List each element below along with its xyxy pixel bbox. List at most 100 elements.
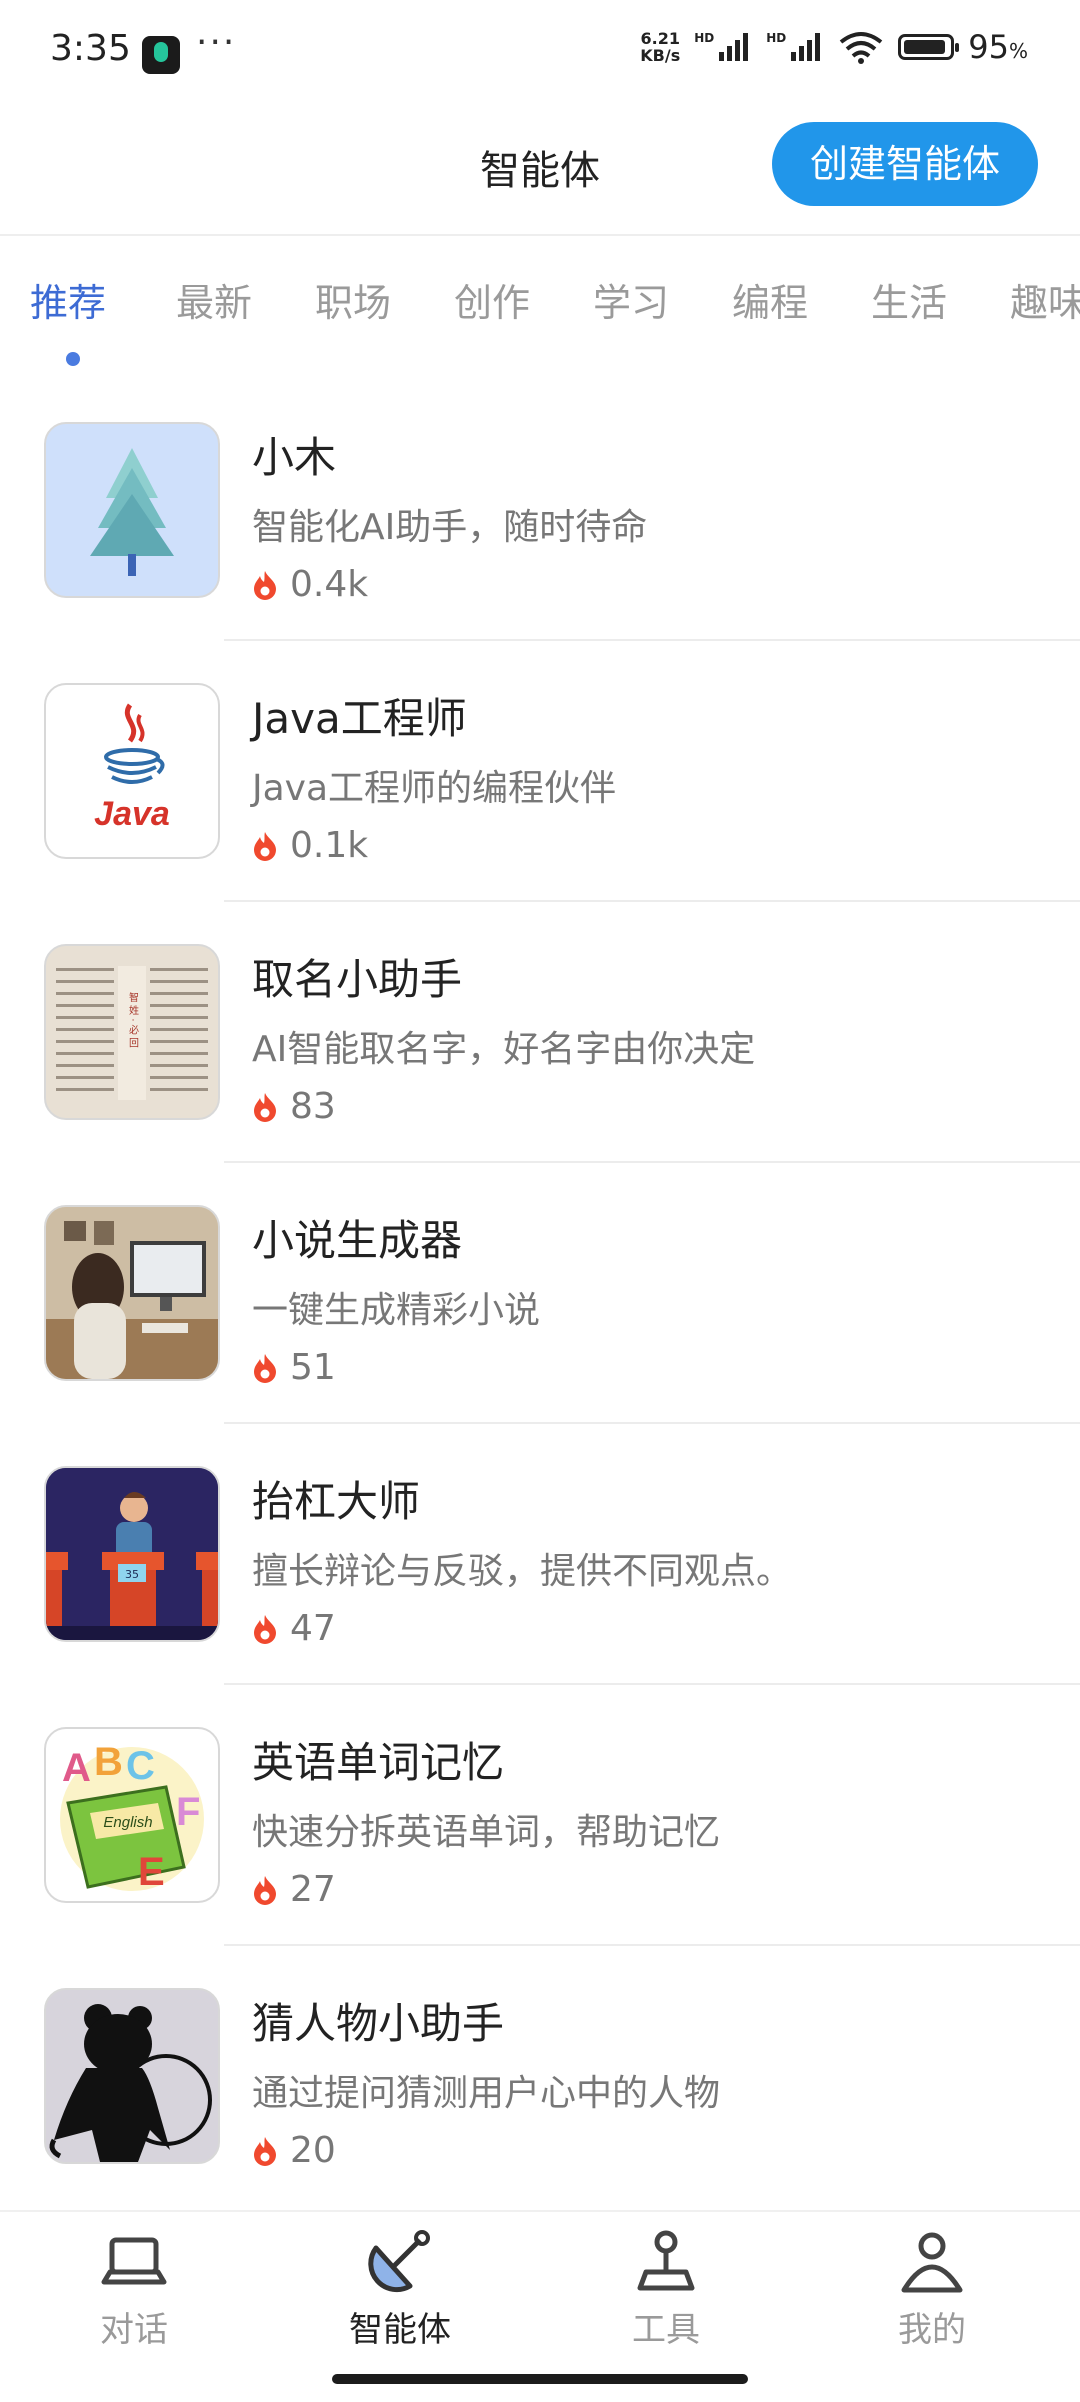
- popularity-count: 27: [290, 1869, 336, 1910]
- nav-label: 工具: [632, 2310, 700, 2350]
- status-bar: 3:35 ··· 6.21 KB/s HD HD 95%: [0, 0, 1080, 108]
- battery-value: 95: [968, 28, 1009, 66]
- popularity-count: 0.1k: [290, 825, 369, 866]
- home-indicator[interactable]: [332, 2374, 748, 2384]
- nav-chat[interactable]: 对话: [34, 2226, 234, 2351]
- agent-name: 猜人物小助手: [252, 1999, 505, 2048]
- battery-icon: [898, 34, 960, 60]
- agent-description: AI智能取名字，好名字由你决定: [252, 1029, 756, 1070]
- popularity-count: 83: [290, 1086, 336, 1127]
- svg-text:F: F: [176, 1790, 200, 1834]
- svg-text:A: A: [62, 1746, 91, 1790]
- agent-name: 小木: [252, 433, 337, 482]
- nav-profile[interactable]: 我的: [832, 2226, 1032, 2351]
- writer-desk-icon: [44, 1205, 220, 1381]
- silhouette-icon: [44, 1988, 220, 2164]
- fire-icon: [254, 1614, 276, 1644]
- english-book-icon: A B C F English E: [44, 1727, 220, 1903]
- agent-name: 取名小助手: [252, 955, 463, 1004]
- satellite-dish-icon: [368, 2230, 430, 2293]
- popularity-stat: 27: [252, 1869, 336, 1910]
- tab-study[interactable]: 学习: [593, 272, 669, 327]
- tab-latest[interactable]: 最新: [176, 272, 252, 327]
- more-notifications-icon: ···: [196, 22, 237, 63]
- tab-life[interactable]: 生活: [871, 272, 947, 327]
- popularity-stat: 51: [252, 1347, 336, 1388]
- naming-scroll-icon: 智 姓 · 必 回: [44, 944, 220, 1120]
- category-tabs[interactable]: 推荐 最新 职场 创作 学习 编程 生活 趣味: [0, 236, 1080, 366]
- tab-workplace[interactable]: 职场: [315, 272, 391, 327]
- nav-label: 我的: [898, 2310, 966, 2350]
- network-speed-unit: KB/s: [640, 46, 681, 65]
- tab-creation[interactable]: 创作: [454, 272, 530, 327]
- popularity-stat: 83: [252, 1086, 336, 1127]
- java-logo-icon: Java: [44, 683, 220, 859]
- fire-icon: [254, 1875, 276, 1905]
- list-item[interactable]: 智 姓 · 必 回 取名小助手 AI智能取名字，好名字由你决定 83: [0, 902, 1080, 1163]
- joystick-icon: [637, 2230, 695, 2291]
- nav-label: 智能体: [349, 2310, 451, 2350]
- app-header: 智能体 创建智能体: [0, 108, 1080, 234]
- popularity-stat: 47: [252, 1608, 336, 1649]
- agent-name: 抬杠大师: [252, 1477, 421, 1526]
- tab-programming[interactable]: 编程: [732, 272, 808, 327]
- svg-text:C: C: [126, 1744, 155, 1788]
- tab-fun[interactable]: 趣味: [1010, 272, 1080, 327]
- popularity-count: 51: [290, 1347, 336, 1388]
- book-label: English: [103, 1814, 152, 1831]
- active-tab-indicator: [66, 352, 80, 366]
- agent-description: 一键生成精彩小说: [252, 1290, 541, 1331]
- tree-icon: [44, 422, 220, 598]
- list-item[interactable]: 猜人物小助手 通过提问猜测用户心中的人物 20: [0, 1946, 1080, 2207]
- hd-label-2: HD: [766, 31, 787, 45]
- list-item[interactable]: Java Java工程师 Java工程师的编程伙伴 0.1k: [0, 641, 1080, 902]
- wifi-icon: [840, 32, 883, 64]
- fire-icon: [254, 1353, 276, 1383]
- app-notification-icon: [142, 36, 180, 74]
- agent-description: Java工程师的编程伙伴: [252, 768, 617, 809]
- fire-icon: [254, 2136, 276, 2166]
- java-logo-text: Java: [94, 795, 170, 833]
- nav-tools[interactable]: 工具: [566, 2226, 766, 2351]
- debate-stage-icon: 35: [44, 1466, 220, 1642]
- fire-icon: [254, 831, 276, 861]
- popularity-stat: 0.1k: [252, 825, 368, 866]
- fire-icon: [254, 1092, 276, 1122]
- signal-icon-2: [791, 33, 821, 61]
- agent-name: Java工程师: [252, 694, 467, 743]
- list-item[interactable]: 35 抬杠大师 擅长辩论与反驳，提供不同观点。 47: [0, 1424, 1080, 1685]
- popularity-count: 47: [290, 1608, 336, 1649]
- network-speed-value: 6.21: [640, 29, 680, 48]
- agent-description: 通过提问猜测用户心中的人物: [252, 2073, 721, 2114]
- nav-label: 对话: [100, 2310, 168, 2350]
- signal-icon: [719, 33, 749, 61]
- popularity-count: 20: [290, 2130, 336, 2171]
- svg-text:B: B: [94, 1740, 123, 1784]
- tab-recommended[interactable]: 推荐: [30, 272, 106, 327]
- status-time: 3:35: [50, 28, 131, 69]
- battery-unit: %: [1008, 39, 1028, 63]
- agent-list: 小木 智能化AI助手，随时待命 0.4k Java Java工程师 Java工程…: [0, 380, 1080, 2207]
- popularity-stat: 0.4k: [252, 564, 368, 605]
- laptop-icon: [101, 2237, 167, 2285]
- agent-description: 智能化AI助手，随时待命: [252, 507, 648, 548]
- popularity-stat: 20: [252, 2130, 336, 2171]
- list-item[interactable]: A B C F English E 英语单词记忆 快速分拆英语单词，帮助记忆 2…: [0, 1685, 1080, 1946]
- agent-name: 小说生成器: [252, 1216, 463, 1265]
- list-item[interactable]: 小木 智能化AI助手，随时待命 0.4k: [0, 380, 1080, 641]
- nav-agents[interactable]: 智能体: [300, 2226, 500, 2351]
- list-item[interactable]: 小说生成器 一键生成精彩小说 51: [0, 1163, 1080, 1424]
- hd-label-1: HD: [694, 31, 715, 45]
- create-agent-button[interactable]: 创建智能体: [772, 122, 1038, 206]
- battery-percentage: 95%: [968, 28, 1028, 66]
- status-indicators: 6.21 KB/s HD HD 95%: [640, 28, 1028, 66]
- agent-name: 英语单词记忆: [252, 1738, 505, 1787]
- network-speed: 6.21 KB/s: [640, 30, 680, 64]
- podium-number: 35: [125, 1568, 139, 1581]
- agent-description: 快速分拆英语单词，帮助记忆: [252, 1812, 721, 1853]
- agent-description: 擅长辩论与反驳，提供不同观点。: [252, 1551, 793, 1592]
- popularity-count: 0.4k: [290, 564, 369, 605]
- person-icon: [901, 2232, 963, 2293]
- svg-text:E: E: [138, 1850, 165, 1894]
- naming-logo-text: 智 姓 · 必 回: [127, 991, 139, 1049]
